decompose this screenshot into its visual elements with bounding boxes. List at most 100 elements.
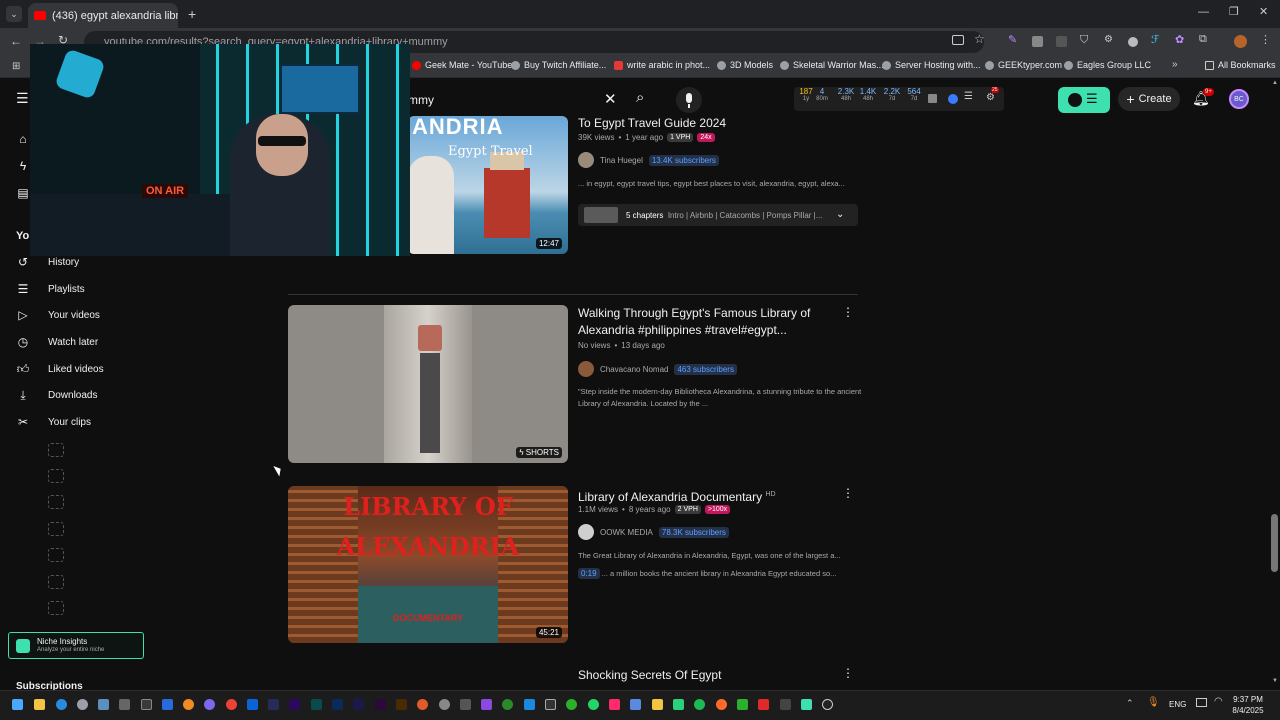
taskbar-app-icon[interactable] (77, 699, 88, 710)
sidebar-item-playlists[interactable]: ☰ Playlists (16, 276, 156, 302)
taskbar-app-icon[interactable] (652, 699, 663, 710)
restore-button[interactable]: ❐ (1229, 5, 1239, 18)
taskbar-app-icon[interactable] (801, 699, 812, 710)
video-thumbnail[interactable]: LIBRARY OF ALEXANDRIA DOCUMENTARY 45:21 (288, 486, 568, 643)
taskbar-app-icon[interactable] (481, 699, 492, 710)
bookmark-3d-models[interactable]: 3D Models (717, 60, 773, 70)
more-options-icon[interactable]: ⋮ (842, 666, 854, 680)
extension-circle-icon[interactable] (1128, 37, 1138, 47)
shorts-icon[interactable]: ϟ (16, 159, 30, 173)
voice-search-mic-icon[interactable] (676, 87, 702, 113)
create-button[interactable]: + Create (1118, 87, 1180, 111)
browser-tab[interactable]: (436) egypt alexandria library m ✕ (28, 3, 178, 28)
install-app-icon[interactable] (952, 35, 964, 45)
niche-extension-button[interactable]: ☰ (1058, 87, 1110, 113)
chrome-icon[interactable] (226, 699, 237, 710)
new-tab-button[interactable]: + (188, 6, 196, 22)
taskbar-app-icon[interactable] (545, 699, 556, 710)
taskbar-app-icon[interactable] (780, 699, 791, 710)
taskbar-clock[interactable]: 9:37 PM 8/4/2025 (1226, 694, 1270, 716)
you-heading[interactable]: Yo (16, 230, 29, 242)
video-title[interactable]: Library of Alexandria Documentary HD (578, 486, 776, 506)
channel-avatar[interactable] (578, 524, 594, 540)
bookmark-server-hosting[interactable]: Server Hosting with... (882, 60, 981, 70)
scroll-up-arrow-icon[interactable]: ▲ (1272, 80, 1278, 86)
sidebar-item-watch-later[interactable]: ◷ Watch later (16, 329, 156, 355)
chapters-row[interactable]: 5 chapters Intro | Airbnb | Catacombs | … (578, 204, 858, 226)
video-title[interactable]: Shocking Secrets Of Egypt (578, 667, 721, 684)
display-tray-icon[interactable] (1196, 698, 1207, 707)
taskbar-app-icon[interactable] (694, 699, 705, 710)
extension-flower-icon[interactable]: ✿ (1175, 33, 1184, 46)
taskbar-app-icon[interactable] (566, 699, 577, 710)
show-hidden-icons-chevron-icon[interactable]: ⌃ (1126, 698, 1134, 709)
edge-icon[interactable] (56, 699, 67, 710)
wifi-icon[interactable]: ◠ (1214, 696, 1223, 707)
video-thumbnail[interactable]: ϟ SHORTS (288, 305, 568, 463)
apps-grid-icon[interactable]: ⊞ (12, 61, 20, 72)
taskbar-app-icon[interactable] (716, 699, 727, 710)
video-title[interactable]: Walking Through Egypt's Famous Library o… (578, 305, 818, 339)
close-window-button[interactable]: ✕ (1259, 5, 1268, 18)
search-input[interactable]: mmy (400, 86, 630, 112)
media-encoder-icon[interactable] (353, 699, 364, 710)
stats-table-icon[interactable] (928, 94, 937, 103)
niche-insights-button[interactable]: Niche Insights Analyze your entire niche (8, 632, 144, 659)
taskbar-app-icon[interactable] (162, 699, 173, 710)
taskbar-app-icon[interactable] (758, 699, 769, 710)
microphone-tray-icon[interactable]: 🎙︎ (1147, 697, 1160, 708)
tab-list-button[interactable]: ⌄ (6, 6, 22, 22)
settings-gear-icon[interactable] (439, 699, 450, 710)
video-title[interactable]: To Egypt Travel Guide 2024 (578, 115, 726, 132)
sidebar-item-liked-videos[interactable]: 👍︎ Liked videos (16, 356, 156, 382)
bookmark-star-icon[interactable]: ☆ (974, 32, 985, 46)
whatsapp-icon[interactable] (588, 699, 599, 710)
more-options-icon[interactable]: ⋮ (842, 486, 854, 500)
home-icon[interactable]: ⌂ (16, 132, 30, 146)
minimize-button[interactable]: — (1198, 6, 1209, 18)
extension-icon[interactable] (1056, 36, 1067, 47)
steam-icon[interactable] (98, 699, 109, 710)
taskbar-app-icon[interactable] (737, 699, 748, 710)
avatar[interactable]: BC (1229, 89, 1249, 109)
timestamp-link[interactable]: 0:19 (578, 568, 600, 579)
stats-menu-icon[interactable]: ☰ (964, 91, 973, 102)
bookmark-eagles-group[interactable]: Eagles Group LLC (1064, 60, 1151, 70)
taskbar-app-icon[interactable] (630, 699, 641, 710)
subscriptions-icon[interactable]: ▤ (16, 186, 30, 200)
photoshop-icon[interactable] (332, 699, 343, 710)
browser-menu-icon[interactable]: ⋮ (1260, 33, 1271, 46)
channel-row[interactable]: OOWK MEDIA 78.3K subscribers (578, 524, 729, 540)
channel-row[interactable]: Tina Huegel 13.4K subscribers (578, 152, 719, 168)
all-bookmarks[interactable]: All Bookmarks (1205, 60, 1276, 70)
stats-extension-icon[interactable]: ⚙ (986, 92, 995, 103)
scroll-down-arrow-icon[interactable]: ▼ (1272, 678, 1278, 684)
taskbar-app-icon[interactable] (119, 699, 130, 710)
channel-avatar[interactable] (578, 361, 594, 377)
audition-icon[interactable] (311, 699, 322, 710)
illustrator-icon[interactable] (396, 699, 407, 710)
chevron-down-icon[interactable]: ⌄ (836, 209, 844, 220)
taskbar-app-icon[interactable] (268, 699, 279, 710)
bookmark-skeletal-warrior[interactable]: Skeletal Warrior Mas... (780, 60, 884, 70)
bookmark-geek-mate[interactable]: Geek Mate - YouTube (412, 60, 512, 70)
sidebar-item-downloads[interactable]: ⤓ Downloads (16, 382, 156, 408)
more-options-icon[interactable]: ⋮ (842, 305, 854, 319)
taskbar-app-icon[interactable] (673, 699, 684, 710)
after-effects-icon[interactable] (375, 699, 386, 710)
search-taskbar-icon[interactable] (183, 699, 194, 710)
stats-record-icon[interactable] (948, 94, 958, 104)
bookmark-write-arabic[interactable]: write arabic in phot... (614, 60, 710, 70)
bookmark-geektyper[interactable]: GEEKtyper.com (985, 60, 1062, 70)
bookmark-buy-twitch[interactable]: Buy Twitch Affiliate... (511, 60, 606, 70)
xbox-icon[interactable] (502, 699, 513, 710)
extension-tweet-icon[interactable]: ℱ (1151, 33, 1160, 46)
shield-icon[interactable]: ⛉ (1080, 34, 1088, 47)
back-arrow-icon[interactable]: ← (10, 34, 22, 48)
profile-avatar-icon[interactable] (1234, 35, 1247, 48)
extension-pen-icon[interactable]: ✎ (1008, 33, 1017, 46)
channel-avatar[interactable] (578, 152, 594, 168)
premiere-icon[interactable] (289, 699, 300, 710)
tiktok-icon[interactable] (609, 699, 620, 710)
extensions-puzzle-icon[interactable]: ⧉ (1199, 33, 1207, 46)
